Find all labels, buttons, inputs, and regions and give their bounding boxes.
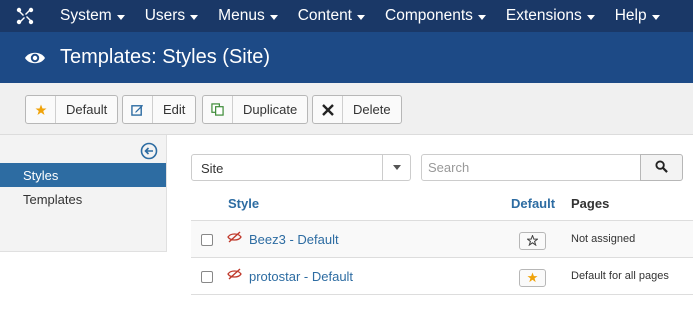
sidebar-collapse-icon[interactable] bbox=[140, 142, 158, 160]
nav-help[interactable]: Help bbox=[605, 0, 670, 32]
row-checkbox[interactable] bbox=[201, 234, 213, 246]
chevron-down-icon bbox=[116, 14, 125, 20]
nav-components[interactable]: Components bbox=[375, 0, 496, 32]
chevron-down-icon bbox=[269, 14, 278, 20]
eye-slash-icon bbox=[227, 231, 242, 243]
default-button[interactable]: Default bbox=[25, 95, 119, 124]
divider bbox=[191, 294, 693, 295]
row-checkbox[interactable] bbox=[201, 271, 213, 283]
pages-value: Not assigned bbox=[571, 233, 636, 245]
style-name-link[interactable]: protostar - Default bbox=[249, 269, 353, 284]
nav-system[interactable]: System bbox=[50, 0, 135, 32]
eye-icon bbox=[24, 47, 46, 69]
sidebar-item-label: Styles bbox=[23, 167, 59, 183]
delete-button-label: Delete bbox=[353, 102, 391, 117]
joomla-logo-icon[interactable] bbox=[0, 0, 50, 32]
duplicate-button[interactable]: Duplicate bbox=[202, 95, 309, 124]
chevron-down-icon[interactable] bbox=[382, 155, 410, 180]
sidebar: Styles Templates bbox=[0, 135, 167, 252]
nav-users[interactable]: Users bbox=[135, 0, 208, 32]
style-name-link[interactable]: Beez3 - Default bbox=[249, 232, 339, 247]
star-icon bbox=[26, 96, 56, 123]
copy-icon bbox=[203, 96, 233, 123]
table-row: protostar - Default Default for all page… bbox=[191, 258, 693, 295]
column-header-pages: Pages bbox=[571, 196, 610, 211]
set-default-button[interactable] bbox=[519, 232, 546, 250]
chevron-down-icon bbox=[586, 14, 595, 20]
star-icon bbox=[527, 271, 538, 286]
top-navbar: System Users Menus Content Components Ex… bbox=[0, 0, 693, 32]
duplicate-button-label: Duplicate bbox=[243, 102, 298, 117]
default-button-label: Default bbox=[66, 102, 108, 117]
default-star-button[interactable] bbox=[519, 269, 546, 287]
close-icon bbox=[313, 96, 343, 123]
edit-button[interactable]: Edit bbox=[122, 95, 197, 124]
chevron-down-icon bbox=[357, 14, 365, 20]
edit-button-label: Edit bbox=[163, 102, 186, 117]
eye-slash-icon bbox=[227, 268, 242, 280]
nav-content[interactable]: Content bbox=[288, 0, 375, 32]
sidebar-item-label: Templates bbox=[23, 191, 83, 207]
search-input[interactable] bbox=[421, 154, 641, 181]
nav-menus[interactable]: Menus bbox=[208, 0, 288, 32]
table-row: Beez3 - Default Not assigned bbox=[191, 221, 693, 258]
chevron-down-icon bbox=[651, 14, 660, 20]
sidebar-item-templates[interactable]: Templates bbox=[0, 187, 166, 211]
pages-value: Default for all pages bbox=[571, 270, 669, 282]
client-select[interactable]: Site bbox=[191, 154, 411, 181]
nav-extensions[interactable]: Extensions bbox=[496, 0, 605, 32]
column-header-default[interactable]: Default bbox=[511, 196, 555, 211]
search-button[interactable] bbox=[640, 154, 683, 181]
edit-icon bbox=[123, 96, 153, 123]
page-header: Templates: Styles (Site) bbox=[0, 32, 693, 83]
toolbar: Default Edit Duplicate Delete bbox=[0, 83, 693, 135]
column-header-style[interactable]: Style bbox=[228, 196, 259, 211]
page-title: Templates: Styles (Site) bbox=[60, 46, 271, 68]
sidebar-item-styles[interactable]: Styles bbox=[0, 163, 166, 187]
client-select-value: Site bbox=[201, 161, 224, 176]
delete-button[interactable]: Delete bbox=[312, 95, 402, 124]
chevron-down-icon bbox=[477, 14, 486, 20]
star-outline-icon bbox=[525, 233, 540, 249]
chevron-down-icon bbox=[190, 14, 199, 20]
search-icon bbox=[655, 159, 668, 176]
